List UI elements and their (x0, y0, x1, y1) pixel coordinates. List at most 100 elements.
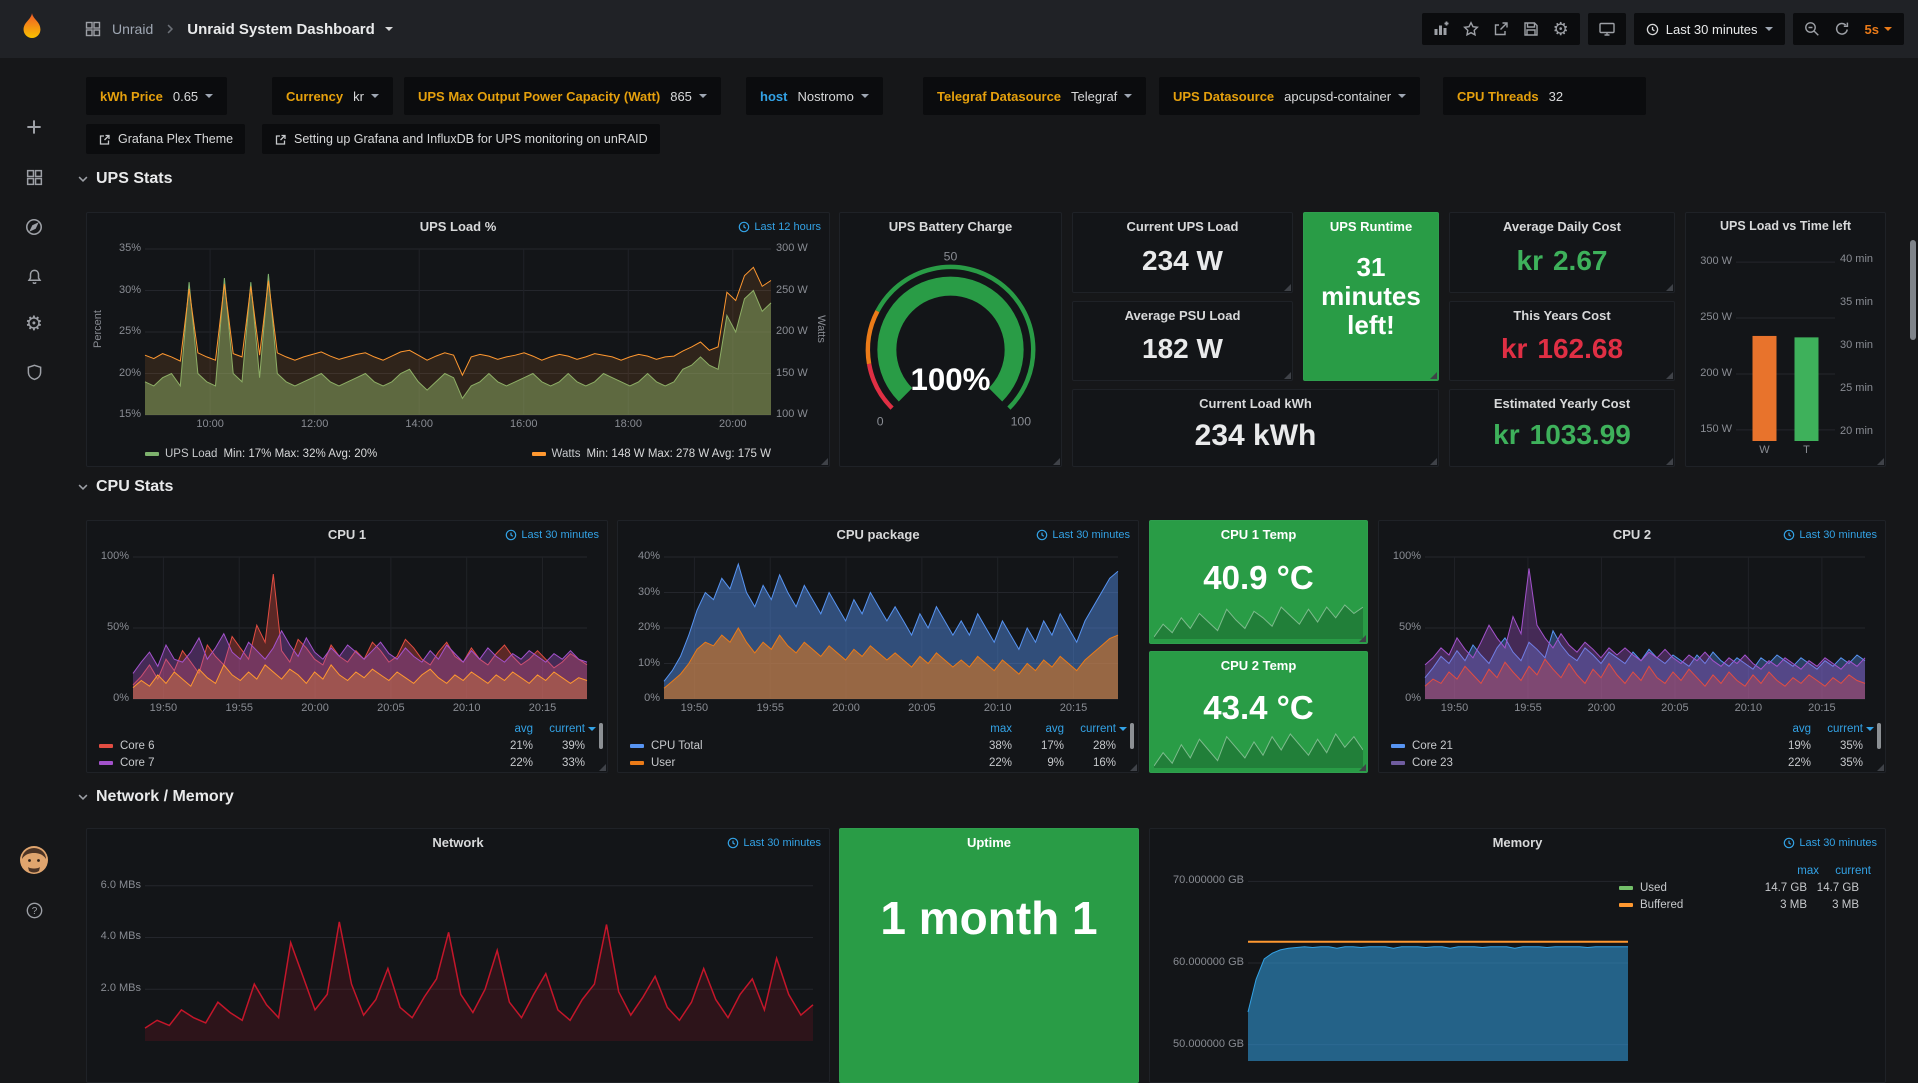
battery-gauge[interactable]: 050100100% (850, 247, 1051, 452)
variable-value-dropdown[interactable]: 0.65 (173, 89, 213, 104)
panel-title[interactable]: Average PSU Load (1073, 308, 1292, 323)
grafana-logo-icon[interactable] (13, 10, 51, 48)
time-range-badge[interactable]: Last 30 minutes (1036, 529, 1130, 541)
share-dashboard-button[interactable] (1486, 13, 1516, 45)
ups-load-chart[interactable]: 35%30%25%20%15%300 W250 W200 W150 W100 W… (89, 243, 827, 435)
add-panel-button[interactable] (1426, 13, 1456, 45)
tv-mode-icon[interactable] (1592, 13, 1622, 45)
save-dashboard-button[interactable] (1516, 13, 1546, 45)
legend-col-current[interactable]: current (533, 723, 585, 735)
panel-title[interactable]: UPS Battery Charge (840, 219, 1061, 234)
create-plus-icon[interactable] (0, 105, 68, 149)
legend-series-name[interactable]: Used (1640, 882, 1755, 894)
time-range-badge[interactable]: Last 30 minutes (727, 837, 821, 849)
variable-value-dropdown[interactable]: Nostromo (797, 89, 868, 104)
legend-item[interactable]: UPS Load Min: 17% Max: 32% Avg: 20% (145, 448, 377, 460)
ups-bars-chart[interactable]: 300 W250 W200 W150 W40 min35 min30 min25… (1688, 241, 1883, 459)
time-picker-button[interactable]: Last 30 minutes (1634, 13, 1785, 45)
page-scrollbar-thumb[interactable] (1910, 240, 1916, 340)
legend-series-name[interactable]: UPS Load (165, 448, 217, 460)
legend-series-name[interactable]: Core 6 (120, 740, 481, 752)
cpu-package-chart[interactable]: 40%30%20%10%0%19:5019:5520:0020:0520:102… (620, 551, 1132, 719)
variable-value-dropdown[interactable]: apcupsd-container (1284, 89, 1406, 104)
panel-title[interactable]: UPS Runtime (1304, 219, 1438, 234)
time-range-badge[interactable]: Last 12 hours (738, 221, 821, 233)
panel-resize-handle[interactable] (1284, 372, 1291, 379)
legend-col-current[interactable]: current (1819, 865, 1871, 877)
legend-col-max[interactable]: max (960, 723, 1012, 735)
panel-resize-handle[interactable] (1359, 635, 1366, 642)
legend-item[interactable]: Watts Min: 148 W Max: 278 W Avg: 175 W (532, 448, 771, 460)
panel-title[interactable]: Uptime (840, 835, 1138, 850)
section-header-network-memory[interactable]: Network / Memory (76, 788, 234, 806)
dashboard-settings-icon[interactable]: ⚙ (1546, 13, 1576, 45)
panel-resize-handle[interactable] (1666, 284, 1673, 291)
variable-value-dropdown[interactable]: Telegraf (1071, 89, 1132, 104)
cpu2-chart[interactable]: 100%50%0%19:5019:5520:0020:0520:1020:15 (1381, 551, 1879, 719)
panel-title[interactable]: UPS Load % (87, 219, 829, 234)
user-avatar[interactable] (0, 838, 68, 882)
panel-title[interactable]: Estimated Yearly Cost (1450, 396, 1674, 411)
apps-grid-icon[interactable] (84, 20, 102, 38)
panel-title[interactable]: Memory (1150, 835, 1885, 850)
legend-col-avg[interactable]: avg (1012, 723, 1064, 735)
legend-col-current[interactable]: current (1811, 723, 1863, 735)
legend-series-name[interactable]: Buffered (1640, 899, 1755, 911)
panel-resize-handle[interactable] (1430, 458, 1437, 465)
zoom-out-icon[interactable] (1797, 13, 1827, 45)
dashboard-title[interactable]: Unraid System Dashboard (187, 21, 375, 38)
legend-col-max[interactable]: max (1767, 865, 1819, 877)
variable-value-input[interactable]: 32 (1549, 89, 1632, 104)
legend-series-name[interactable]: Core 23 (1412, 757, 1759, 769)
network-chart[interactable]: 6.0 MBs4.0 MBs2.0 MBs (89, 859, 827, 1049)
variable-value-dropdown[interactable]: kr (353, 89, 379, 104)
legend-col-avg[interactable]: avg (481, 723, 533, 735)
panel-title[interactable]: CPU 1 Temp (1150, 527, 1367, 542)
configuration-gear-icon[interactable]: ⚙ (0, 302, 68, 346)
dashboards-icon[interactable] (0, 155, 68, 199)
legend-col-current[interactable]: current (1064, 723, 1116, 735)
panel-title[interactable]: This Years Cost (1450, 308, 1674, 323)
panel-resize-handle[interactable] (1666, 458, 1673, 465)
time-range-badge[interactable]: Last 30 minutes (505, 529, 599, 541)
legend-series-name[interactable]: Core 7 (120, 757, 481, 769)
section-header-cpu-stats[interactable]: CPU Stats (76, 478, 173, 496)
help-icon[interactable]: ? (0, 888, 68, 932)
legend-series-name[interactable]: Watts (552, 448, 581, 460)
panel-resize-handle[interactable] (1284, 284, 1291, 291)
variable-value-dropdown[interactable]: 865 (670, 89, 707, 104)
legend-series-name[interactable]: CPU Total (651, 740, 960, 752)
link-ups-monitoring-guide[interactable]: Setting up Grafana and InfluxDB for UPS … (262, 124, 660, 154)
panel-resize-handle[interactable] (1359, 764, 1366, 771)
legend-series-name[interactable]: Core 21 (1412, 740, 1759, 752)
time-range-badge[interactable]: Last 30 minutes (1783, 529, 1877, 541)
legend-col-avg[interactable]: avg (1759, 723, 1811, 735)
panel-resize-handle[interactable] (1877, 764, 1884, 771)
legend-scrollbar[interactable] (1130, 723, 1134, 749)
panel-resize-handle[interactable] (599, 764, 606, 771)
panel-resize-handle[interactable] (821, 458, 828, 465)
panel-title[interactable]: Network (87, 835, 829, 850)
link-grafana-plex-theme[interactable]: Grafana Plex Theme (86, 124, 245, 154)
breadcrumb-folder[interactable]: Unraid (112, 21, 153, 37)
panel-title[interactable]: Average Daily Cost (1450, 219, 1674, 234)
cpu1-chart[interactable]: 100%50%0%19:5019:5520:0020:0520:1020:15 (89, 551, 601, 719)
panel-resize-handle[interactable] (1053, 458, 1060, 465)
panel-title[interactable]: Current Load kWh (1073, 396, 1438, 411)
refresh-interval-button[interactable]: 5s (1857, 22, 1900, 37)
legend-series-name[interactable]: User (651, 757, 960, 769)
refresh-icon[interactable] (1827, 13, 1857, 45)
caret-down-icon[interactable] (385, 27, 393, 31)
panel-title[interactable]: CPU 2 Temp (1150, 658, 1367, 673)
panel-resize-handle[interactable] (1130, 764, 1137, 771)
legend-scrollbar[interactable] (1877, 723, 1881, 749)
panel-resize-handle[interactable] (1877, 458, 1884, 465)
section-header-ups-stats[interactable]: UPS Stats (76, 170, 172, 188)
panel-resize-handle[interactable] (1430, 372, 1437, 379)
time-range-badge[interactable]: Last 30 minutes (1783, 837, 1877, 849)
panel-title[interactable]: UPS Load vs Time left (1686, 219, 1885, 233)
star-dashboard-button[interactable] (1456, 13, 1486, 45)
panel-title[interactable]: Current UPS Load (1073, 219, 1292, 234)
memory-chart[interactable]: 70.000000 GB60.000000 GB50.000000 GB (1152, 859, 1638, 1069)
legend-scrollbar[interactable] (599, 723, 603, 749)
